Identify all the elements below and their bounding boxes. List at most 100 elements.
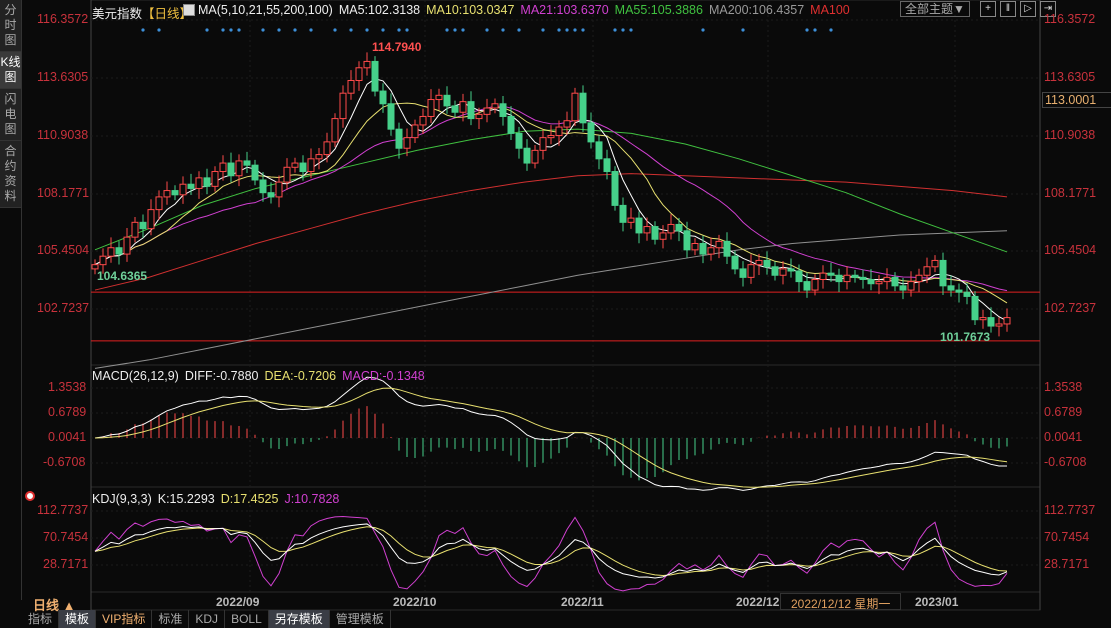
date-label: 2022/09 [216, 595, 260, 609]
ma5-line [94, 78, 1008, 322]
ma5-value: MA5:102.3138 [338, 3, 421, 17]
kdj-tick: 28.7171 [1044, 557, 1090, 571]
candle-body [283, 166, 291, 183]
ma10-value: MA10:103.0347 [426, 3, 515, 17]
kdj-d: D:17.4525 [220, 492, 279, 506]
signal-dot [461, 28, 465, 32]
candle-body [315, 154, 323, 160]
ma200-value: MA200:106.4357 [708, 3, 805, 17]
tab-template[interactable]: 模板 [59, 610, 97, 628]
indicator-settings-icon[interactable] [25, 491, 35, 501]
candle-body [123, 236, 131, 255]
chart-canvas[interactable] [0, 0, 1111, 628]
signal-dot [381, 28, 385, 32]
current-price-box: 113.0001 [1042, 92, 1111, 108]
signal-dot [629, 28, 633, 32]
tab-manage-template[interactable]: 管理模板 [330, 610, 391, 628]
macd-dea: DEA:-0.7206 [264, 369, 337, 383]
signal-dot [517, 28, 521, 32]
candle-body [195, 177, 203, 189]
price-tick: 113.6305 [37, 70, 89, 84]
candle-body [427, 99, 435, 117]
ma-chart-icon[interactable] [183, 4, 195, 16]
candle-body [355, 67, 363, 81]
candle-body [619, 204, 627, 223]
candle-body [107, 247, 115, 257]
tab-kdj[interactable]: KDJ [189, 610, 226, 628]
candle-body [203, 177, 211, 187]
candle-body [275, 181, 283, 198]
signal-dot [157, 28, 161, 32]
candle-body [931, 259, 939, 268]
crosshair-icon[interactable]: + [980, 1, 996, 17]
signal-dot [397, 28, 401, 32]
signal-dot [205, 28, 209, 32]
price-tick: 116.3572 [37, 12, 89, 26]
play-forward-icon[interactable]: ▷ [1020, 1, 1036, 17]
candle-body [411, 124, 419, 139]
candle-body [747, 264, 755, 278]
candle-body [803, 281, 811, 291]
price-tick: 102.7237 [37, 301, 90, 315]
candle-body [139, 221, 147, 230]
candle-body [323, 141, 331, 156]
ma100-line [94, 173, 1008, 291]
kdj-legend: KDJ(9,3,3) K:15.2293 D:17.4525 J:10.7828 [92, 492, 339, 506]
price-tick: 110.9038 [1044, 128, 1096, 142]
kdj-k: K:15.2293 [157, 492, 215, 506]
signal-dot [309, 28, 313, 32]
candle-body [387, 103, 395, 130]
candle-body [915, 274, 923, 283]
price-tick: 110.9038 [37, 128, 89, 142]
candle-body [227, 162, 235, 177]
candle-body [643, 226, 651, 234]
candle-body [835, 274, 843, 283]
candle-body [811, 278, 819, 291]
candle-body [731, 255, 739, 270]
signal-dot [229, 28, 233, 32]
macd-diff: DIFF:-0.7880 [184, 369, 259, 383]
candle-body [475, 113, 483, 120]
candle-body [243, 160, 251, 166]
macd-tick: 1.3538 [48, 380, 87, 394]
macd-tick: -0.6708 [1044, 455, 1087, 469]
tab-save-template[interactable]: 另存模板 [268, 610, 330, 628]
macd-legend: MACD(26,12,9) DIFF:-0.7880 DEA:-0.7206 M… [92, 369, 425, 383]
candle-body [491, 103, 499, 109]
price-tick: 105.4504 [37, 243, 90, 257]
tab-boll[interactable]: BOLL [225, 610, 269, 628]
kdj-j: J:10.7828 [284, 492, 340, 506]
start-low-annotation: 104.6365 [97, 269, 148, 283]
low-annotation: 101.7673 [940, 330, 991, 344]
macd-tick: -0.6708 [43, 455, 86, 469]
candle-body [939, 259, 947, 287]
candle-body [779, 268, 787, 276]
tab-indicator[interactable]: 指标 [22, 610, 60, 628]
candle-body [723, 240, 731, 257]
candle-body [907, 281, 915, 291]
tab-standard[interactable]: 标准 [152, 610, 190, 628]
candle-body [875, 281, 883, 285]
candle-body [675, 223, 683, 232]
candle-body [523, 147, 531, 164]
candle-body [483, 107, 491, 115]
candle-body [443, 94, 451, 107]
signal-dot [565, 28, 569, 32]
signal-dot [141, 28, 145, 32]
tab-vip-indicator[interactable]: VIP指标 [96, 610, 153, 628]
macd-tick: 0.0041 [48, 430, 87, 444]
candle-body [291, 162, 299, 168]
theme-dropdown[interactable]: 全部主题▼ [900, 1, 970, 17]
candle-body [499, 103, 507, 117]
cursor-date: 2022/12/12 星期一 [780, 593, 902, 611]
signal-dot [829, 28, 833, 32]
zoom-range-icon[interactable]: ‖ [1000, 1, 1016, 17]
candle-body [131, 221, 139, 238]
price-tick: 113.6305 [1044, 70, 1096, 84]
candle-body [403, 137, 411, 149]
candle-body [667, 223, 675, 234]
candle-body [603, 158, 611, 173]
price-tick: 105.4504 [1044, 243, 1097, 257]
candle-body [163, 190, 171, 198]
candle-body [715, 240, 723, 249]
